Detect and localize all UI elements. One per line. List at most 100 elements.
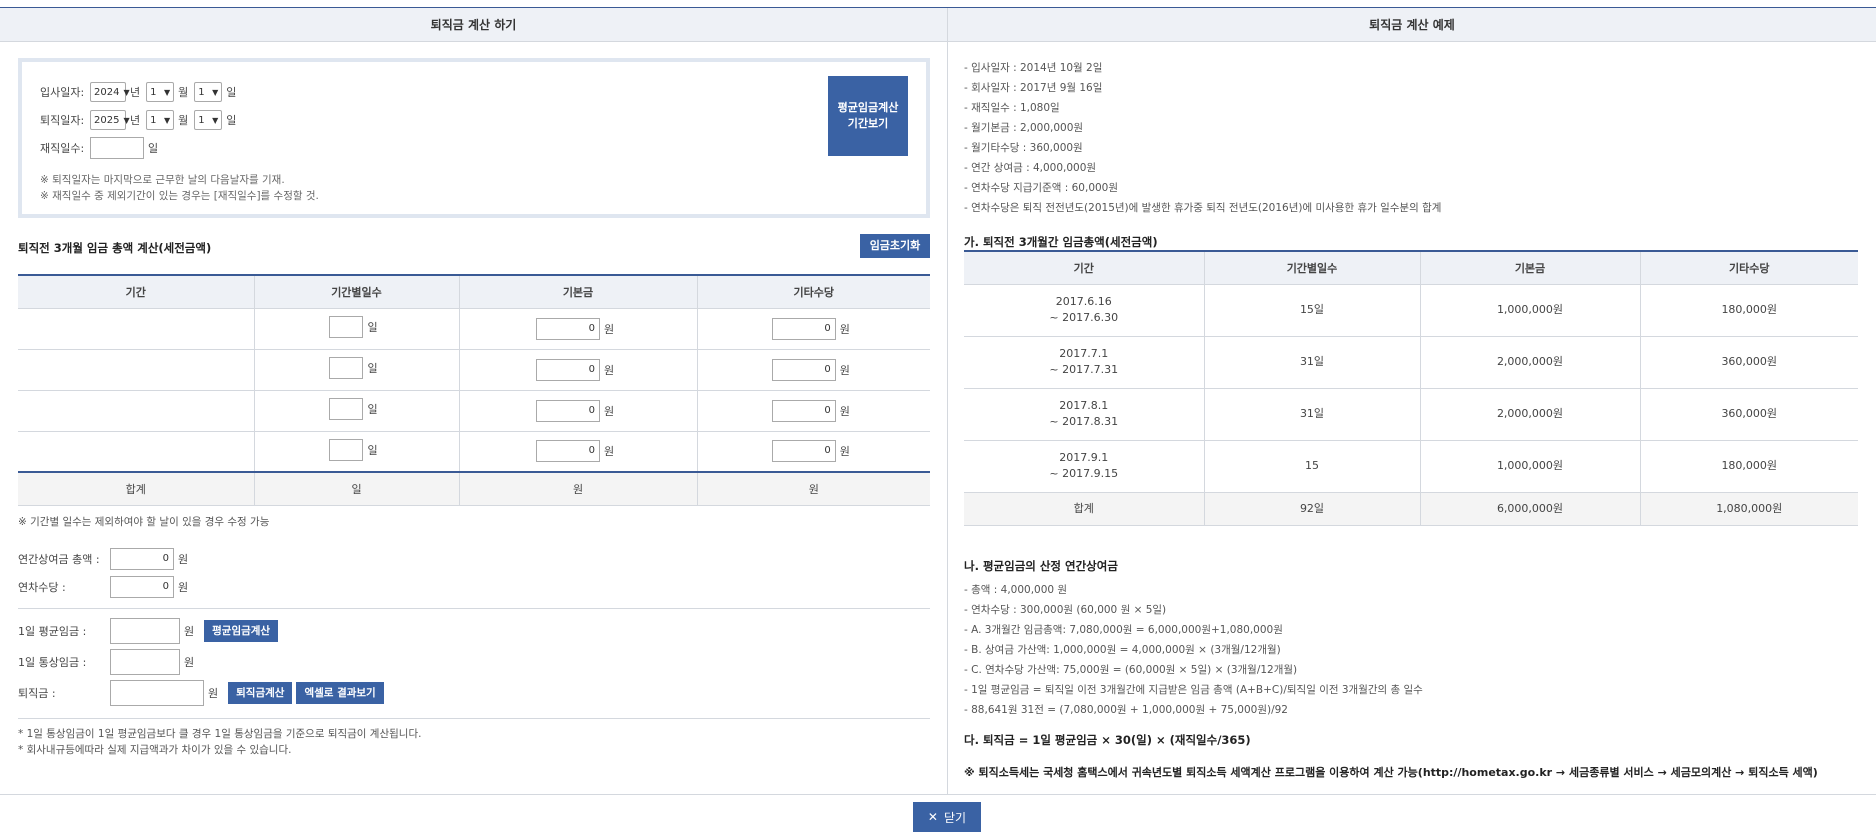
sum-base: 원 <box>459 471 698 506</box>
period-cell: 2017.7.1 ~ 2017.7.31 <box>964 336 1205 389</box>
base-input[interactable]: 0 <box>535 440 600 463</box>
col-header-days: 기간별일수 <box>254 275 460 309</box>
table-row: 2017.9.1 ~ 2017.9.15 15 1,000,000원 180,00… <box>964 440 1858 493</box>
divider <box>18 608 930 609</box>
date-box: 입사일자: 2024 ▼ 년 1 ▼ 월 1 ▼ 일 퇴직일자: 2025 ▼ 년 1 ▼… <box>18 58 930 218</box>
leave-pay-input[interactable]: 0 <box>110 576 174 598</box>
col-header-other: 기타수당 <box>697 275 930 309</box>
table-row: 일 0원 0원 <box>18 390 930 432</box>
days-input[interactable] <box>329 316 364 338</box>
join-month-select[interactable]: 1 ▼ <box>146 82 175 102</box>
chevron-down-icon: ▼ <box>212 87 219 97</box>
base-input[interactable]: 0 <box>535 358 600 381</box>
base-input[interactable]: 0 <box>535 399 600 422</box>
days-cell: 15일 <box>1204 284 1421 337</box>
list-item: - B. 상여금 가산액: 1,000,000원 = 4,000,000원 × … <box>964 644 1281 656</box>
days-cell: 31일 <box>1204 336 1421 389</box>
avg-wage-input[interactable] <box>110 618 180 644</box>
severance-row: 퇴직금 : 원 퇴직금계산 엑셀로 결과보기 <box>18 680 384 706</box>
table-row: 일 0원 0원 <box>18 349 930 391</box>
period-cell <box>18 349 255 391</box>
chevron-down-icon: ▼ <box>163 115 171 125</box>
sum-base: 6,000,000원 <box>1420 492 1641 526</box>
other-input[interactable]: 0 <box>771 399 836 422</box>
reset-wage-button[interactable]: 임금초기화 <box>860 234 930 258</box>
col-header-days: 기간별일수 <box>1204 251 1421 285</box>
leave-date-row: 퇴직일자: 2025 ▼ 년 1 ▼ 월 1 ▼ 일 <box>40 106 908 134</box>
join-date-row: 입사일자: 2024 ▼ 년 1 ▼ 월 1 ▼ 일 <box>40 78 908 106</box>
list-item: - 월기본금 : 2,000,000원 <box>964 122 1084 134</box>
period-cell <box>18 390 255 432</box>
avg-wage-button[interactable]: 평균임금계산 <box>204 620 279 642</box>
avg-wage-label: 1일 평균임금 : <box>18 625 87 638</box>
list-item: - 월기타수당 : 360,000원 <box>964 142 1083 154</box>
footnote-2: * 회사내규등에따라 실제 지급액과가 차이가 있을 수 있습니다. <box>18 744 292 756</box>
col-header-base: 기본금 <box>459 275 698 309</box>
calculator-header: 퇴직금 계산 하기 <box>0 8 947 42</box>
chevron-down-icon: ▼ <box>123 87 130 97</box>
date-note-2: ※ 재직일수 중 제외기간이 있는 경우는 [재직일수]를 수정할 것. <box>40 190 319 202</box>
severance-button[interactable]: 퇴직금계산 <box>228 682 293 704</box>
base-cell: 1,000,000원 <box>1420 440 1641 493</box>
close-icon: ✕ <box>927 810 938 824</box>
wage-table: 기간 기간별일수 기본금 기타수당 일 0원 0원 일 0원 0원 일 0 원 … <box>18 274 930 506</box>
calculator-panel: 퇴직금 계산 하기 입사일자: 2024 ▼ 년 1 ▼ 월 1 ▼ 일 퇴직일자: … <box>0 8 948 794</box>
table-note: ※ 기간별 일수는 제외하여야 할 날이 있을 경우 수정 가능 <box>18 516 270 528</box>
footnote-1: * 1일 통상임금이 1일 평균임금보다 클 경우 1일 통상임금을 기준으로 … <box>18 728 422 740</box>
severance-input[interactable] <box>110 680 204 706</box>
tenure-input[interactable] <box>90 137 144 159</box>
list-item: - 연차수당 : 300,000원 (60,000 원 × 5일) <box>964 604 1167 616</box>
list-item: - 88,641원 31전 = (7,080,000원 + 1,000,000원… <box>964 704 1288 716</box>
leave-date-label: 퇴직일자: <box>40 114 85 127</box>
list-item: - 총액 : 4,000,000 원 <box>964 584 1068 596</box>
other-cell: 180,000원 <box>1640 284 1858 337</box>
other-input[interactable]: 0 <box>771 440 836 463</box>
base-input[interactable]: 0 <box>535 317 600 340</box>
bonus-input[interactable]: 0 <box>110 548 174 570</box>
ordinary-wage-input[interactable] <box>110 649 180 675</box>
tenure-row: 재직일수: 일 <box>40 134 908 162</box>
leave-month-select[interactable]: 1 ▼ <box>146 110 175 130</box>
col-header-base: 기본금 <box>1420 251 1641 285</box>
excel-button[interactable]: 엑셀로 결과보기 <box>296 682 384 704</box>
table-row: 2017.8.1 ~ 2017.8.31 31일 2,000,000원 360,0… <box>964 388 1858 441</box>
leave-day-select[interactable]: 1 ▼ <box>194 110 223 130</box>
sum-days: 92일 <box>1204 492 1421 526</box>
list-item: - C. 연차수당 가산액: 75,000원 = (60,000원 × 5일) … <box>964 664 1298 676</box>
leave-year-select[interactable]: 2025 ▼ <box>90 110 130 130</box>
leave-pay-label: 연차수당 : <box>18 581 66 594</box>
example-table: 기간 기간별일수 기본금 기타수당 2017.6.16 ~ 2017.6.30 1… <box>964 250 1858 526</box>
col-header-period: 기간 <box>18 275 255 309</box>
join-date-label: 입사일자: <box>40 86 85 99</box>
days-input[interactable] <box>329 357 364 379</box>
sum-row: 합계 92일 6,000,000원 1,080,000원 <box>964 492 1858 526</box>
ordinary-wage-label: 1일 통상임금 : <box>18 656 87 669</box>
table-row: 2017.7.1 ~ 2017.7.31 31일 2,000,000원 360,0… <box>964 336 1858 389</box>
period-cell: 2017.6.16 ~ 2017.6.30 <box>964 284 1205 337</box>
base-cell: 2,000,000원 <box>1420 336 1641 389</box>
days-input[interactable] <box>329 398 364 420</box>
avg-period-button[interactable]: 평균임금계산 기간보기 <box>828 76 908 156</box>
date-note-1: ※ 퇴직일자는 마지막으로 근무한 날의 다음날자를 기재. <box>40 174 285 186</box>
list-item: - 연간 상여금 : 4,000,000원 <box>964 162 1097 174</box>
days-input[interactable] <box>329 438 364 461</box>
sum-row: 합계 일 원 원 <box>18 471 930 506</box>
period-cell: 2017.8.1 ~ 2017.8.31 <box>964 388 1205 441</box>
sum-days: 일 <box>254 471 460 506</box>
period-cell: 2017.9.1 ~ 2017.9.15 <box>964 440 1205 493</box>
col-header-other: 기타수당 <box>1640 251 1858 285</box>
other-cell: 180,000원 <box>1640 440 1858 493</box>
days-cell: 31일 <box>1204 388 1421 441</box>
sum-other: 원 <box>697 471 930 506</box>
list-item: - 1일 평균임금 = 퇴직일 이전 3개월간에 지급받은 임금 총액 (A+B… <box>964 684 1423 696</box>
severance-label: 퇴직금 : <box>18 687 56 700</box>
other-cell: 360,000원 <box>1640 336 1858 389</box>
tenure-label: 재직일수: <box>40 142 85 155</box>
other-input[interactable]: 0 <box>771 358 836 381</box>
close-button[interactable]: ✕ 닫기 <box>913 802 981 832</box>
join-year-select[interactable]: 2024 ▼ <box>90 82 130 102</box>
join-day-select[interactable]: 1 ▼ <box>194 82 223 102</box>
ordinary-wage-row: 1일 통상임금 : 원 <box>18 649 200 675</box>
table-row: 2017.6.16 ~ 2017.6.30 15일 1,000,000원 180,… <box>964 284 1858 337</box>
other-input[interactable]: 0 <box>771 317 836 340</box>
